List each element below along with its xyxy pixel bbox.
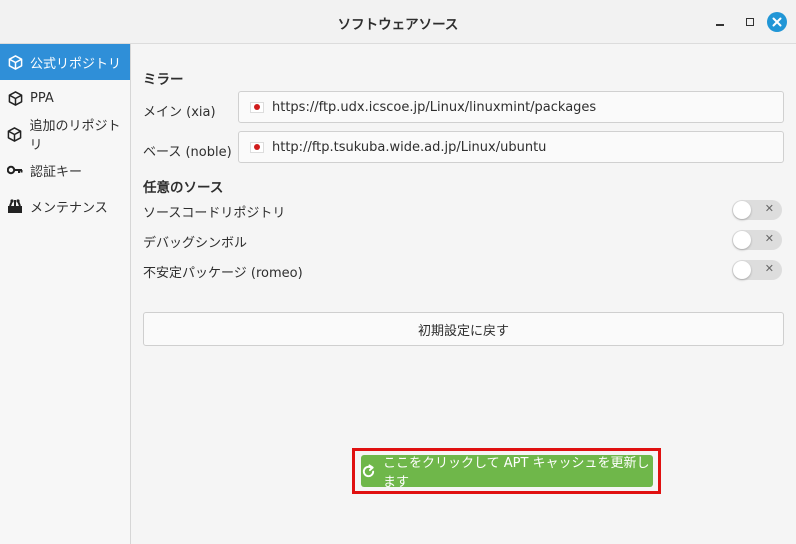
- debug-symbols-toggle[interactable]: ✕: [732, 230, 782, 250]
- box-icon: [7, 126, 22, 142]
- maximize-icon: [746, 18, 754, 26]
- base-mirror-selector[interactable]: http://ftp.tsukuba.wide.ad.jp/Linux/ubun…: [238, 131, 784, 163]
- box-icon: [7, 90, 23, 106]
- base-mirror-url: http://ftp.tsukuba.wide.ad.jp/Linux/ubun…: [272, 139, 547, 155]
- refresh-icon: [361, 463, 376, 479]
- sidebar: 公式リポジトリ PPA 追加のリポジトリ 認証キー メンテナンス: [0, 44, 131, 544]
- optional-sources-heading: 任意のソース: [143, 180, 224, 196]
- sidebar-item-maintenance[interactable]: メンテナンス: [0, 188, 130, 224]
- sidebar-item-label: メンテナンス: [30, 200, 108, 216]
- main-mirror-url: https://ftp.udx.icscoe.jp/Linux/linuxmin…: [272, 99, 597, 115]
- reset-defaults-button[interactable]: 初期設定に戻す: [143, 312, 784, 346]
- sidebar-item-authentication-keys[interactable]: 認証キー: [0, 152, 130, 188]
- box-icon: [7, 54, 23, 70]
- sidebar-item-label: PPA: [30, 90, 54, 106]
- update-apt-cache-label: ここをクリックして APT キャッシュを更新します: [383, 456, 650, 490]
- toggle-knob: [733, 201, 751, 219]
- close-button[interactable]: [767, 12, 787, 32]
- japan-flag-icon: [250, 141, 264, 153]
- title-bar: ソフトウェアソース: [0, 0, 796, 44]
- off-icon: ✕: [764, 202, 774, 215]
- debug-symbols-label: デバッグシンボル: [143, 236, 248, 251]
- minimize-icon: [716, 24, 724, 26]
- toggle-knob: [733, 231, 751, 249]
- main-mirror-label: メイン (xia): [143, 105, 216, 120]
- source-code-label: ソースコードリポジトリ: [143, 206, 286, 221]
- maximize-button[interactable]: [740, 12, 760, 32]
- source-code-toggle[interactable]: ✕: [732, 200, 782, 220]
- minimize-button[interactable]: [710, 12, 730, 32]
- window-title: ソフトウェアソース: [337, 17, 459, 33]
- mirrors-heading: ミラー: [143, 72, 184, 88]
- sidebar-item-official-repositories[interactable]: 公式リポジトリ: [0, 44, 130, 80]
- unstable-packages-toggle[interactable]: ✕: [732, 260, 782, 280]
- off-icon: ✕: [764, 262, 774, 275]
- sidebar-item-label: 認証キー: [30, 164, 83, 180]
- sidebar-item-label: 追加のリポジトリ: [29, 119, 121, 153]
- toggle-knob: [733, 261, 751, 279]
- maintenance-icon: [7, 198, 23, 214]
- sidebar-item-additional-repositories[interactable]: 追加のリポジトリ: [0, 116, 130, 153]
- base-mirror-label: ベース (noble): [143, 145, 232, 160]
- key-icon: [7, 162, 23, 178]
- close-icon: [772, 17, 782, 27]
- unstable-packages-label: 不安定パッケージ (romeo): [143, 266, 303, 281]
- main-mirror-selector[interactable]: https://ftp.udx.icscoe.jp/Linux/linuxmin…: [238, 91, 784, 123]
- off-icon: ✕: [764, 232, 774, 245]
- japan-flag-icon: [250, 101, 264, 113]
- update-apt-cache-button[interactable]: ここをクリックして APT キャッシュを更新します: [361, 455, 653, 490]
- sidebar-item-label: 公式リポジトリ: [30, 56, 122, 72]
- sidebar-item-ppa[interactable]: PPA: [0, 80, 130, 116]
